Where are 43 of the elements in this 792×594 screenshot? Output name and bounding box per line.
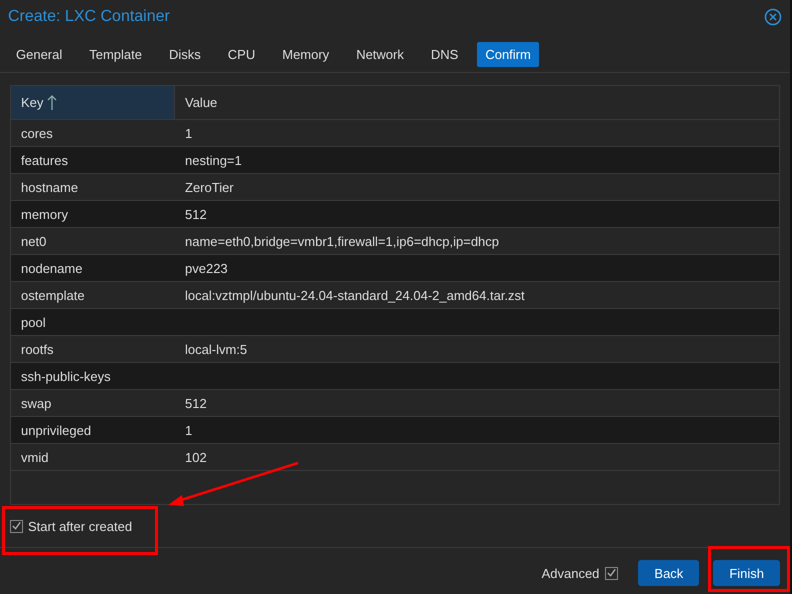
table-cell: 102 [185,450,207,464]
close-icon[interactable] [764,8,782,26]
column-header[interactable]: Value [175,86,779,119]
table-cell: cores [21,126,53,140]
checkbox[interactable] [605,566,618,580]
table-cell: name=eth0,bridge=vmbr1,firewall=1,ip6=dhcp,ip=dhcp [185,234,500,248]
table-cell: local-lvm:5 [185,342,248,356]
table-cell: ZeroTier [185,180,234,194]
table-cell: unprivileged [21,422,92,438]
back-button[interactable]: Back [638,560,700,586]
table-cell: ssh-public-keys [21,368,111,384]
tab[interactable]: Network [348,42,412,66]
table-cell: hostname [21,180,78,194]
tab[interactable]: Template [81,42,150,66]
table-cell: pool [21,314,46,330]
table-cell: nodename [21,260,82,276]
tab[interactable]: Memory [274,42,338,66]
column-header[interactable]: Key [11,86,175,119]
table-cell: 512 [185,396,207,410]
tab[interactable]: Disks [161,42,209,66]
table-cell: 512 [185,206,207,222]
table-cell: ostemplate [21,288,85,302]
tab[interactable]: General [8,42,70,66]
tab[interactable]: CPU [220,42,264,66]
checkbox-label: Start after created [28,518,132,534]
checkbox-label: Advanced [542,566,600,580]
table-cell: net0 [21,234,46,248]
table-cell: nesting=1 [185,152,242,168]
tab[interactable]: Confirm [477,42,539,66]
checkbox[interactable] [10,520,23,532]
table-cell: features [21,152,68,168]
table-cell: rootfs [21,342,54,356]
table-cell: 1 [185,422,192,438]
sort-up-icon [47,94,58,110]
table-cell: local:vztmpl/ubuntu-24.04-standard_24.04-2_amd64.tar.zst [185,288,525,302]
table-cell: vmid [21,450,48,464]
table-cell: memory [21,206,68,222]
finish-button[interactable]: Finish [713,560,780,586]
tab[interactable]: DNS [422,42,466,66]
table-cell: 1 [185,126,192,140]
window-title: Create: LXC Container [8,8,170,26]
table-cell: swap [21,396,52,410]
table-cell: pve223 [185,260,228,276]
